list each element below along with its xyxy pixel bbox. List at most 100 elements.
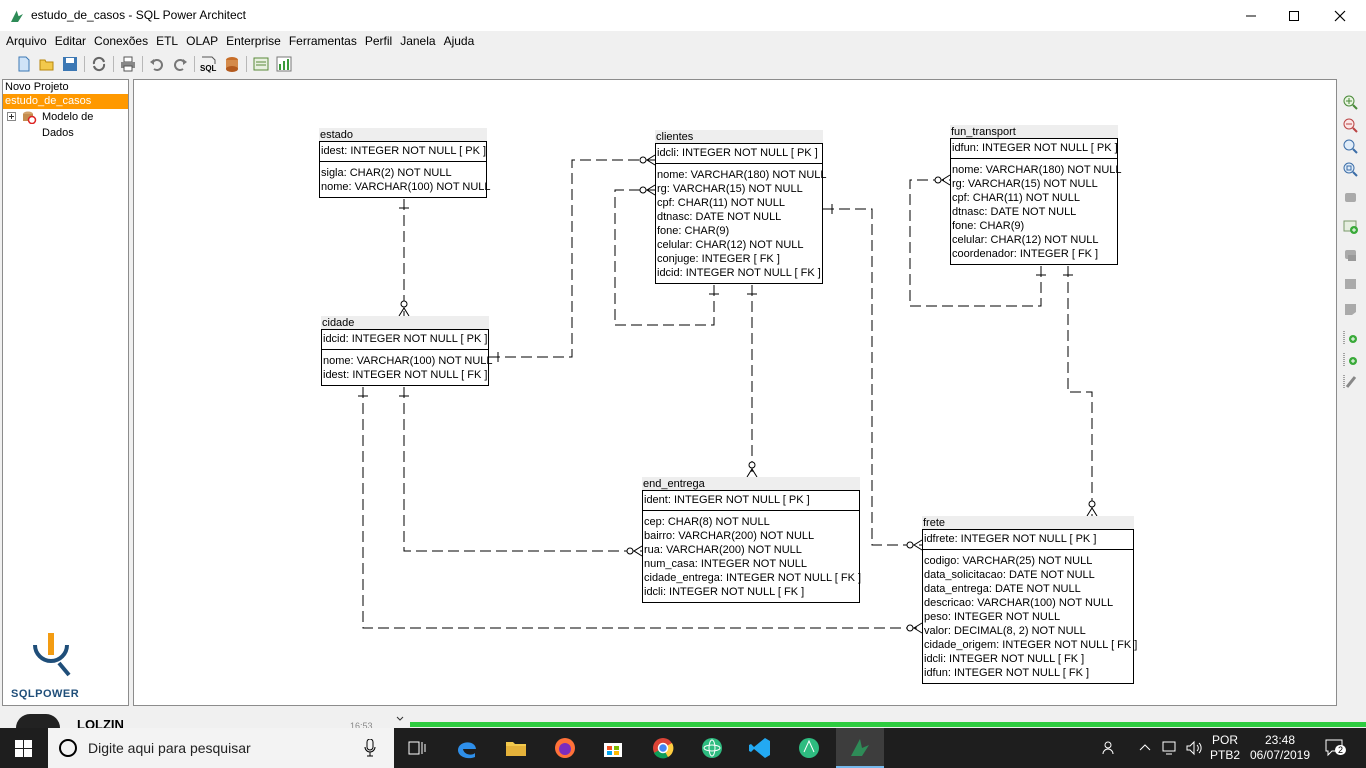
compare-icon[interactable]	[223, 55, 241, 73]
column[interactable]: fone: CHAR(9)	[657, 225, 729, 237]
zoom-in-icon[interactable]	[1342, 94, 1359, 111]
column[interactable]: rg: VARCHAR(15) NOT NULL	[657, 183, 803, 195]
sql-icon[interactable]: SQL	[199, 55, 219, 73]
chevron-up-icon[interactable]	[1139, 742, 1151, 752]
column[interactable]: conjuge: INTEGER [ FK ]	[657, 253, 780, 265]
menu-arquivo[interactable]: Arquivo	[2, 34, 51, 48]
people-icon[interactable]	[1102, 740, 1118, 756]
menu-perfil[interactable]: Perfil	[361, 34, 396, 48]
maximize-button[interactable]	[1271, 0, 1317, 31]
chrome-icon[interactable]	[651, 736, 675, 760]
minimize-button[interactable]	[1228, 0, 1274, 31]
table-end_entrega[interactable]: end_entrega ident: INTEGER NOT NULL [ PK …	[642, 477, 861, 603]
pk-column[interactable]: idcli: INTEGER NOT NULL [ PK ]	[657, 147, 818, 159]
taskbar-search[interactable]: Digite aqui para pesquisar	[48, 728, 394, 768]
menu-enterprise[interactable]: Enterprise	[222, 34, 285, 48]
table-cidade[interactable]: cidade idcid: INTEGER NOT NULL [ PK ] nome…	[321, 316, 493, 386]
microphone-icon[interactable]	[364, 739, 376, 757]
open-icon[interactable]	[38, 55, 56, 73]
column[interactable]: codigo: VARCHAR(25) NOT NULL	[924, 555, 1092, 567]
pk-column[interactable]: idcid: INTEGER NOT NULL [ PK ]	[323, 333, 487, 345]
zoom-fit-icon[interactable]	[1342, 161, 1359, 178]
column[interactable]: peso: INTEGER NOT NULL	[924, 611, 1060, 623]
expand-icon[interactable]	[7, 112, 17, 122]
atom-icon[interactable]	[700, 736, 724, 760]
column[interactable]: rg: VARCHAR(15) NOT NULL	[952, 178, 1098, 190]
column[interactable]: celular: CHAR(12) NOT NULL	[657, 239, 804, 251]
rel-cidade-end_entrega[interactable]	[403, 387, 642, 552]
new-label-icon[interactable]	[1342, 276, 1359, 293]
column[interactable]: descricao: VARCHAR(100) NOT NULL	[924, 597, 1113, 609]
close-button[interactable]	[1317, 0, 1363, 31]
new-table-icon[interactable]	[1342, 218, 1359, 235]
redo-icon[interactable]	[171, 55, 189, 73]
menu-editar[interactable]: Editar	[51, 34, 90, 48]
new-identifying-relationship-icon[interactable]	[1342, 351, 1359, 368]
column[interactable]: idcli: INTEGER NOT NULL [ FK ]	[644, 586, 804, 598]
column[interactable]: nome: VARCHAR(100) NOT NULL	[323, 355, 493, 367]
column[interactable]: dtnasc: DATE NOT NULL	[657, 211, 781, 223]
column[interactable]: sigla: CHAR(2) NOT NULL	[321, 167, 452, 179]
print-icon[interactable]	[119, 55, 137, 73]
store-icon[interactable]	[601, 736, 625, 760]
column[interactable]: idest: INTEGER NOT NULL [ FK ]	[323, 369, 487, 381]
column[interactable]: cidade_origem: INTEGER NOT NULL [ FK ]	[924, 639, 1137, 651]
select-icon[interactable]	[1342, 190, 1359, 207]
table-estado[interactable]: estado idest: INTEGER NOT NULL [ PK ] sigl…	[319, 128, 491, 198]
undo-icon[interactable]	[148, 55, 166, 73]
column[interactable]: cep: CHAR(8) NOT NULL	[644, 516, 770, 528]
new-project-icon[interactable]	[15, 55, 33, 73]
new-note-icon[interactable]	[1342, 301, 1359, 318]
menu-olap[interactable]: OLAP	[182, 34, 222, 48]
diagram-canvas[interactable]: estado idest: INTEGER NOT NULL [ PK ] sigl…	[133, 79, 1337, 706]
column[interactable]: celular: CHAR(12) NOT NULL	[952, 234, 1099, 246]
zoom-out-icon[interactable]	[1342, 117, 1359, 134]
export-icon[interactable]	[252, 55, 270, 73]
menu-etl[interactable]: ETL	[152, 34, 182, 48]
windows-start-icon[interactable]	[15, 740, 32, 757]
zoom-reset-icon[interactable]	[1342, 138, 1359, 155]
column[interactable]: bairro: VARCHAR(200) NOT NULL	[644, 530, 814, 542]
column[interactable]: idcli: INTEGER NOT NULL [ FK ]	[924, 653, 1084, 665]
rel-fun_transport-frete[interactable]	[1067, 266, 1093, 516]
column[interactable]: fone: CHAR(9)	[952, 220, 1024, 232]
new-relationship-icon[interactable]	[1342, 373, 1359, 390]
column[interactable]: cidade_entrega: INTEGER NOT NULL [ FK ]	[644, 572, 861, 584]
menu-ferramentas[interactable]: Ferramentas	[285, 34, 361, 48]
table-fun_transport[interactable]: fun_transport idfun: INTEGER NOT NULL [ P…	[950, 125, 1122, 265]
menu-conexoes[interactable]: Conexões	[90, 34, 152, 48]
tree-item-model[interactable]: Modelo de Dados	[3, 109, 128, 139]
pk-column[interactable]: idest: INTEGER NOT NULL [ PK ]	[321, 145, 486, 157]
pk-column[interactable]: ident: INTEGER NOT NULL [ PK ]	[644, 494, 810, 506]
column[interactable]: data_solicitacao: DATE NOT NULL	[924, 569, 1095, 581]
er-diagram[interactable]: estado idest: INTEGER NOT NULL [ PK ] sigl…	[134, 80, 1338, 707]
column[interactable]: coordenador: INTEGER [ FK ]	[952, 248, 1098, 260]
firefox-icon[interactable]	[553, 736, 577, 760]
task-view-icon[interactable]	[405, 736, 429, 760]
table-frete[interactable]: frete idfrete: INTEGER NOT NULL [ PK ] cod…	[922, 516, 1137, 684]
edge-icon[interactable]	[455, 736, 479, 760]
pk-column[interactable]: idfrete: INTEGER NOT NULL [ PK ]	[924, 533, 1096, 545]
column[interactable]: cpf: CHAR(11) NOT NULL	[952, 192, 1080, 204]
column[interactable]: nome: VARCHAR(180) NOT NULL	[657, 169, 827, 181]
vscode-icon[interactable]	[748, 736, 772, 760]
column[interactable]: num_casa: INTEGER NOT NULL	[644, 558, 807, 570]
save-icon[interactable]	[61, 55, 79, 73]
pk-column[interactable]: idfun: INTEGER NOT NULL [ PK ]	[952, 142, 1118, 154]
column[interactable]: idcid: INTEGER NOT NULL [ FK ]	[657, 267, 821, 279]
column[interactable]: idfun: INTEGER NOT NULL [ FK ]	[924, 667, 1089, 679]
network-icon[interactable]	[1162, 740, 1180, 756]
file-explorer-icon[interactable]	[504, 736, 528, 760]
column[interactable]: cpf: CHAR(11) NOT NULL	[657, 197, 785, 209]
taskbar-sqlpower-active[interactable]	[836, 728, 884, 768]
git-icon[interactable]	[797, 736, 821, 760]
new-column-icon[interactable]	[1342, 329, 1359, 346]
language-indicator[interactable]: POR PTB2	[1210, 733, 1240, 763]
column[interactable]: nome: VARCHAR(180) NOT NULL	[952, 164, 1122, 176]
refresh-icon[interactable]	[90, 55, 108, 73]
clock[interactable]: 23:48 06/07/2019	[1248, 733, 1312, 763]
column[interactable]: rua: VARCHAR(200) NOT NULL	[644, 544, 802, 556]
tree-item-project[interactable]: estudo_de_casos	[3, 94, 128, 109]
profile-icon[interactable]	[275, 55, 293, 73]
new-view-icon[interactable]	[1342, 247, 1359, 264]
